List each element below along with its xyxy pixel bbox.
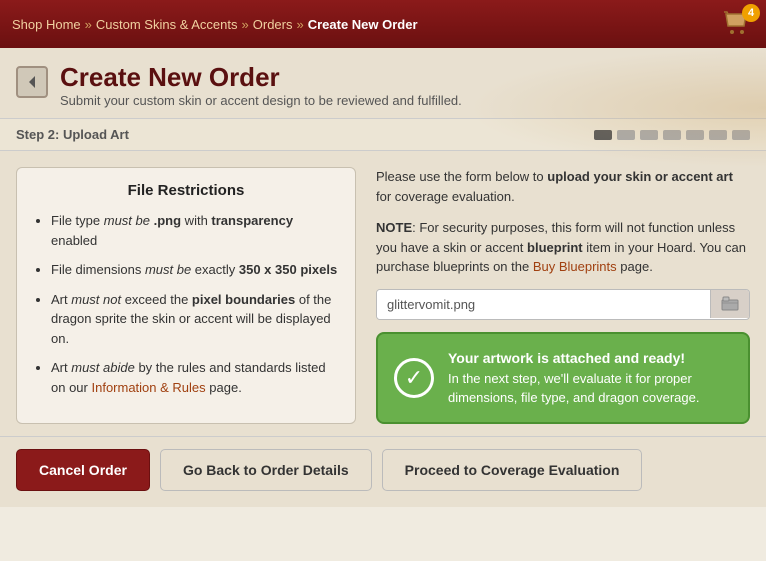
- buy-blueprints-link[interactable]: Buy Blueprints: [533, 259, 617, 274]
- success-text: Your artwork is attached and ready! In t…: [448, 348, 732, 408]
- success-box: ✓ Your artwork is attached and ready! In…: [376, 332, 750, 424]
- restrictions-list: File type must be .png with transparency…: [33, 211, 339, 397]
- breadcrumb-sep1: »: [85, 17, 92, 32]
- go-back-button[interactable]: Go Back to Order Details: [160, 449, 372, 491]
- step-dot-6: [709, 130, 727, 140]
- restriction-item-1: File type must be .png with transparency…: [51, 211, 339, 250]
- breadcrumb-current: Create New Order: [308, 17, 418, 32]
- page-title-block: Create New Order Submit your custom skin…: [60, 62, 462, 108]
- step-dot-1: [594, 130, 612, 140]
- restriction-item-2: File dimensions must be exactly 350 x 35…: [51, 260, 339, 280]
- footer-buttons: Cancel Order Go Back to Order Details Pr…: [0, 436, 766, 507]
- back-arrow-button[interactable]: [16, 66, 48, 98]
- breadcrumb-sep3: »: [296, 17, 303, 32]
- content-grid: File Restrictions File type must be .png…: [0, 151, 766, 436]
- breadcrumb-shop-home[interactable]: Shop Home: [12, 17, 81, 32]
- restriction-item-4: Art must abide by the rules and standard…: [51, 358, 339, 397]
- note-box: NOTE: For security purposes, this form w…: [376, 218, 750, 277]
- restriction-item-3: Art must not exceed the pixel boundaries…: [51, 290, 339, 349]
- step-dots: [594, 130, 750, 140]
- step-dot-7: [732, 130, 750, 140]
- blueprint-text: blueprint: [527, 240, 583, 255]
- step-dot-5: [686, 130, 704, 140]
- instructions-bold: upload your skin or accent art: [547, 169, 733, 184]
- restrictions-panel: File Restrictions File type must be .png…: [16, 167, 356, 424]
- note-end: page.: [617, 259, 653, 274]
- breadcrumb: Shop Home » Custom Skins & Accents » Ord…: [12, 17, 418, 32]
- page-subtitle: Submit your custom skin or accent design…: [60, 93, 462, 108]
- upload-instructions: Please use the form below to upload your…: [376, 167, 750, 206]
- success-check-icon: ✓: [394, 358, 434, 398]
- main-area: Create New Order Submit your custom skin…: [0, 48, 766, 507]
- cancel-order-button[interactable]: Cancel Order: [16, 449, 150, 491]
- step-dot-3: [640, 130, 658, 140]
- breadcrumb-orders[interactable]: Orders: [253, 17, 293, 32]
- success-title: Your artwork is attached and ready!: [448, 350, 685, 366]
- page-header: Create New Order Submit your custom skin…: [0, 48, 766, 118]
- breadcrumb-custom-skins[interactable]: Custom Skins & Accents: [96, 17, 238, 32]
- cart-area: 4: [722, 8, 754, 40]
- info-rules-link[interactable]: Information & Rules: [91, 380, 205, 395]
- step-indicator: Step 2: Upload Art: [0, 118, 766, 151]
- top-bar: Shop Home » Custom Skins & Accents » Ord…: [0, 0, 766, 48]
- cart-badge: 4: [742, 4, 760, 22]
- instructions-plain: Please use the form below to: [376, 169, 547, 184]
- instructions-end: for coverage evaluation.: [376, 189, 515, 204]
- file-input-row: [376, 289, 750, 320]
- step-dot-2: [617, 130, 635, 140]
- step-label: Step 2: Upload Art: [16, 127, 129, 142]
- file-browse-button[interactable]: [710, 290, 749, 318]
- page-title: Create New Order: [60, 62, 462, 93]
- restrictions-heading: File Restrictions: [33, 182, 339, 199]
- success-body: In the next step, we'll evaluate it for …: [448, 371, 700, 406]
- note-label: NOTE: [376, 220, 412, 235]
- upload-panel: Please use the form below to upload your…: [376, 167, 750, 424]
- file-input[interactable]: [377, 290, 710, 319]
- proceed-button[interactable]: Proceed to Coverage Evaluation: [382, 449, 643, 491]
- breadcrumb-sep2: »: [242, 17, 249, 32]
- cart-icon[interactable]: 4: [722, 8, 754, 40]
- step-dot-4: [663, 130, 681, 140]
